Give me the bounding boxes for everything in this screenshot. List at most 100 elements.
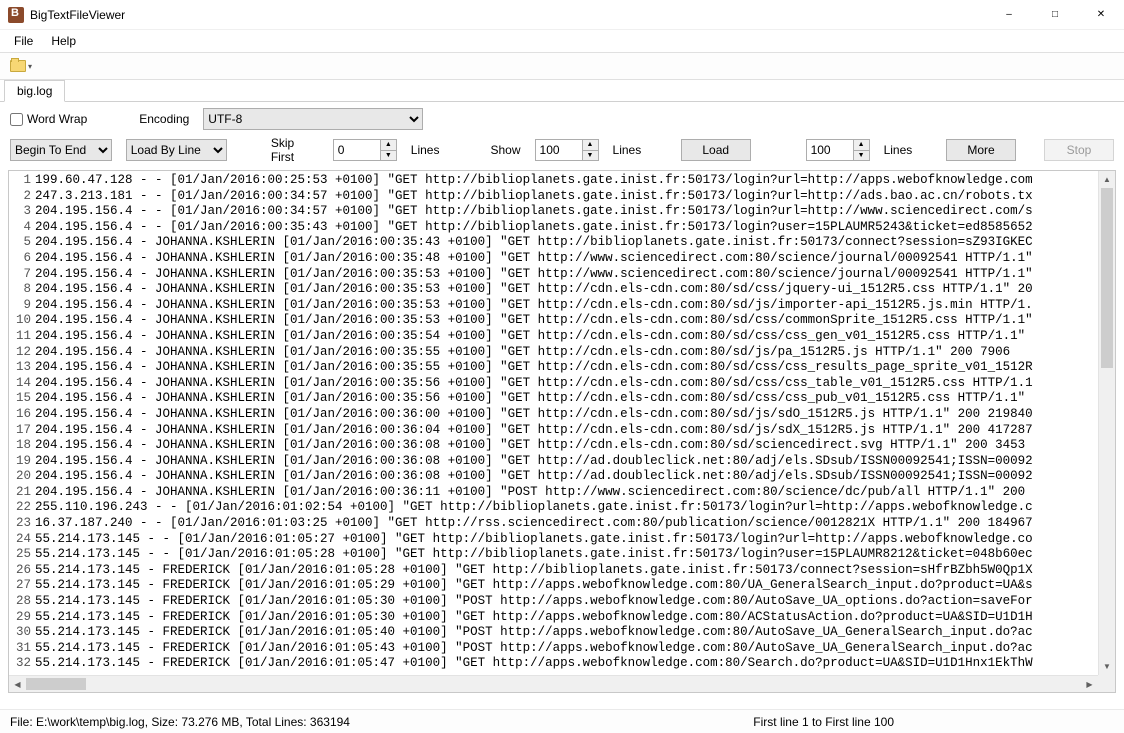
word-wrap-checkbox[interactable]: Word Wrap [10,112,87,126]
load-mode-select[interactable]: Load By Line [126,139,228,161]
line-text: 204.195.156.4 - JOHANNA.KSHLERIN [01/Jan… [35,267,1033,283]
more-input[interactable] [807,140,853,160]
log-line[interactable]: 2655.214.173.145 - FREDERICK [01/Jan/201… [11,563,1115,579]
log-line[interactable]: 2855.214.173.145 - FREDERICK [01/Jan/201… [11,594,1115,610]
log-line[interactable]: 2755.214.173.145 - FREDERICK [01/Jan/201… [11,578,1115,594]
spin-up-icon[interactable]: ▲ [583,140,598,151]
horizontal-scrollbar[interactable]: ◀ ▶ [9,675,1098,692]
line-number: 5 [11,235,35,251]
spin-up-icon[interactable]: ▲ [854,140,869,151]
line-number: 14 [11,376,35,392]
log-line[interactable]: 1199.60.47.128 - - [01/Jan/2016:00:25:53… [11,173,1115,189]
log-line[interactable]: 16204.195.156.4 - JOHANNA.KSHLERIN [01/J… [11,407,1115,423]
log-line[interactable]: 2316.37.187.240 - - [01/Jan/2016:01:03:2… [11,516,1115,532]
scroll-down-icon[interactable]: ▼ [1099,658,1115,675]
scroll-right-icon[interactable]: ▶ [1081,676,1098,692]
menubar: File Help [0,30,1124,52]
show-unit: Lines [613,143,642,157]
log-line[interactable]: 18204.195.156.4 - JOHANNA.KSHLERIN [01/J… [11,438,1115,454]
vertical-scroll-thumb[interactable] [1101,188,1113,368]
line-text: 204.195.156.4 - JOHANNA.KSHLERIN [01/Jan… [35,423,1033,439]
vertical-scrollbar[interactable]: ▲ ▼ [1098,171,1115,675]
spin-down-icon[interactable]: ▼ [854,151,869,161]
line-number: 28 [11,594,35,610]
log-line[interactable]: 7204.195.156.4 - JOHANNA.KSHLERIN [01/Ja… [11,267,1115,283]
show-spinner[interactable]: ▲▼ [535,139,599,161]
log-line[interactable]: 13204.195.156.4 - JOHANNA.KSHLERIN [01/J… [11,360,1115,376]
horizontal-scroll-thumb[interactable] [26,678,86,690]
log-line[interactable]: 22255.110.196.243 - - [01/Jan/2016:01:02… [11,500,1115,516]
log-line[interactable]: 21204.195.156.4 - JOHANNA.KSHLERIN [01/J… [11,485,1115,501]
open-file-button[interactable]: ▾ [6,58,36,74]
text-content[interactable]: 1199.60.47.128 - - [01/Jan/2016:00:25:53… [9,171,1115,692]
log-line[interactable]: 6204.195.156.4 - JOHANNA.KSHLERIN [01/Ja… [11,251,1115,267]
line-number: 25 [11,547,35,563]
log-line[interactable]: 9204.195.156.4 - JOHANNA.KSHLERIN [01/Ja… [11,298,1115,314]
direction-select[interactable]: Begin To End [10,139,112,161]
log-line[interactable]: 2555.214.173.145 - - [01/Jan/2016:01:05:… [11,547,1115,563]
status-bar: File: E:\work\temp\big.log, Size: 73.276… [0,709,1124,733]
log-line[interactable]: 20204.195.156.4 - JOHANNA.KSHLERIN [01/J… [11,469,1115,485]
log-line[interactable]: 11204.195.156.4 - JOHANNA.KSHLERIN [01/J… [11,329,1115,345]
line-number: 24 [11,532,35,548]
line-text: 255.110.196.243 - - [01/Jan/2016:01:02:5… [35,500,1033,516]
log-line[interactable]: 3255.214.173.145 - FREDERICK [01/Jan/201… [11,656,1115,672]
line-number: 8 [11,282,35,298]
stop-button: Stop [1044,139,1114,161]
line-number: 30 [11,625,35,641]
log-line[interactable]: 10204.195.156.4 - JOHANNA.KSHLERIN [01/J… [11,313,1115,329]
line-number: 15 [11,391,35,407]
spin-up-icon[interactable]: ▲ [381,140,396,151]
line-text: 55.214.173.145 - FREDERICK [01/Jan/2016:… [35,563,1033,579]
dropdown-caret-icon: ▾ [28,62,32,71]
line-number: 32 [11,656,35,672]
encoding-select[interactable]: UTF-8 [203,108,423,130]
log-line[interactable]: 15204.195.156.4 - JOHANNA.KSHLERIN [01/J… [11,391,1115,407]
show-input[interactable] [536,140,582,160]
menu-help[interactable]: Help [43,32,84,50]
log-line[interactable]: 8204.195.156.4 - JOHANNA.KSHLERIN [01/Ja… [11,282,1115,298]
line-number: 13 [11,360,35,376]
line-text: 204.195.156.4 - JOHANNA.KSHLERIN [01/Jan… [35,313,1033,329]
tab-bar: big.log [0,80,1124,102]
log-line[interactable]: 17204.195.156.4 - JOHANNA.KSHLERIN [01/J… [11,423,1115,439]
skip-first-input[interactable] [334,140,380,160]
line-text: 204.195.156.4 - JOHANNA.KSHLERIN [01/Jan… [35,469,1033,485]
close-button[interactable]: ✕ [1078,0,1124,30]
line-text: 55.214.173.145 - FREDERICK [01/Jan/2016:… [35,641,1033,657]
log-line[interactable]: 2955.214.173.145 - FREDERICK [01/Jan/201… [11,610,1115,626]
line-text: 247.3.213.181 - - [01/Jan/2016:00:34:57 … [35,189,1033,205]
more-spinner[interactable]: ▲▼ [806,139,870,161]
skip-first-spinner[interactable]: ▲▼ [333,139,397,161]
word-wrap-input[interactable] [10,113,23,126]
spin-down-icon[interactable]: ▼ [381,151,396,161]
line-text: 55.214.173.145 - FREDERICK [01/Jan/2016:… [35,610,1033,626]
maximize-button[interactable]: □ [1032,0,1078,30]
log-line[interactable]: 14204.195.156.4 - JOHANNA.KSHLERIN [01/J… [11,376,1115,392]
line-text: 204.195.156.4 - JOHANNA.KSHLERIN [01/Jan… [35,298,1033,314]
line-number: 23 [11,516,35,532]
spin-down-icon[interactable]: ▼ [583,151,598,161]
minimize-button[interactable]: – [986,0,1032,30]
more-button[interactable]: More [946,139,1016,161]
skip-first-unit: Lines [411,143,440,157]
log-line[interactable]: 2455.214.173.145 - - [01/Jan/2016:01:05:… [11,532,1115,548]
line-number: 26 [11,563,35,579]
line-number: 7 [11,267,35,283]
log-line[interactable]: 3204.195.156.4 - - [01/Jan/2016:00:34:57… [11,204,1115,220]
line-text: 55.214.173.145 - FREDERICK [01/Jan/2016:… [35,625,1033,641]
scroll-left-icon[interactable]: ◀ [9,676,26,692]
menu-file[interactable]: File [6,32,41,50]
log-line[interactable]: 3055.214.173.145 - FREDERICK [01/Jan/201… [11,625,1115,641]
log-line[interactable]: 19204.195.156.4 - JOHANNA.KSHLERIN [01/J… [11,454,1115,470]
tab-active[interactable]: big.log [4,80,65,102]
scroll-up-icon[interactable]: ▲ [1099,171,1115,188]
line-number: 12 [11,345,35,361]
log-line[interactable]: 3155.214.173.145 - FREDERICK [01/Jan/201… [11,641,1115,657]
log-line[interactable]: 4204.195.156.4 - - [01/Jan/2016:00:35:43… [11,220,1115,236]
load-button[interactable]: Load [681,139,751,161]
log-line[interactable]: 5204.195.156.4 - JOHANNA.KSHLERIN [01/Ja… [11,235,1115,251]
log-line[interactable]: 12204.195.156.4 - JOHANNA.KSHLERIN [01/J… [11,345,1115,361]
log-line[interactable]: 2247.3.213.181 - - [01/Jan/2016:00:34:57… [11,189,1115,205]
line-number: 10 [11,313,35,329]
